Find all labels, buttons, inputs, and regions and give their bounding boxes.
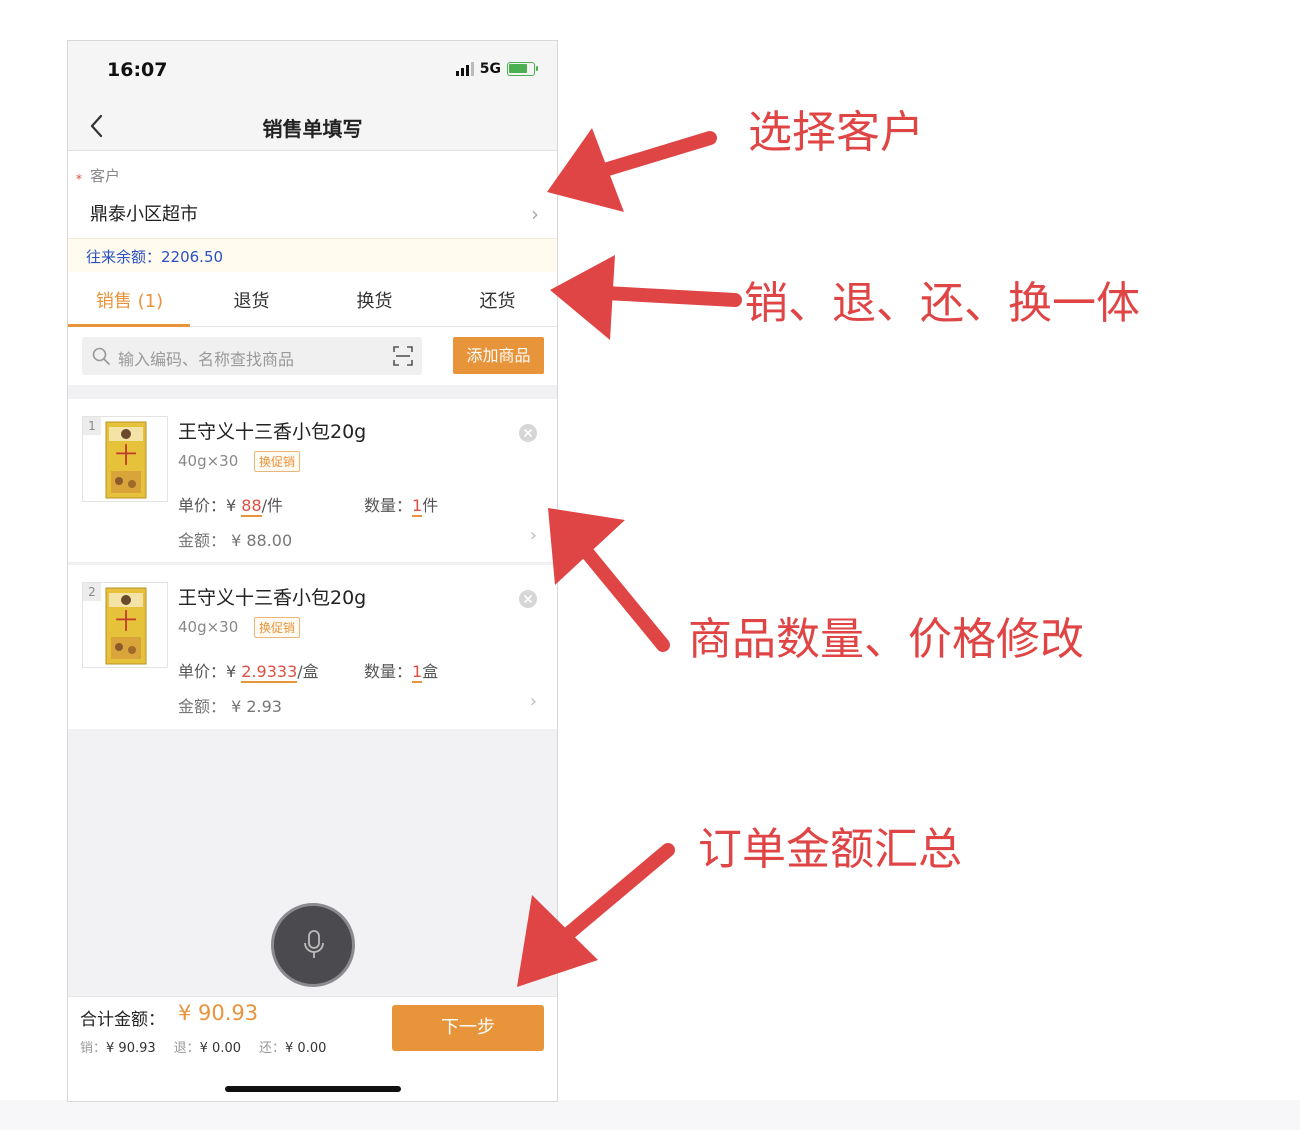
arrow-select-customer (547, 128, 717, 212)
annotation-summary: 订单金额汇总 (698, 824, 962, 875)
arrow-edit (548, 508, 670, 652)
annotation-select-customer: 选择客户 (748, 107, 924, 158)
annotation-tabs: 销、退、还、换一体 (744, 278, 1140, 329)
arrow-tabs (550, 255, 742, 340)
arrow-summary (517, 843, 675, 987)
annotation-arrows (517, 128, 742, 987)
annotation-edit: 商品数量、价格修改 (688, 614, 1084, 665)
